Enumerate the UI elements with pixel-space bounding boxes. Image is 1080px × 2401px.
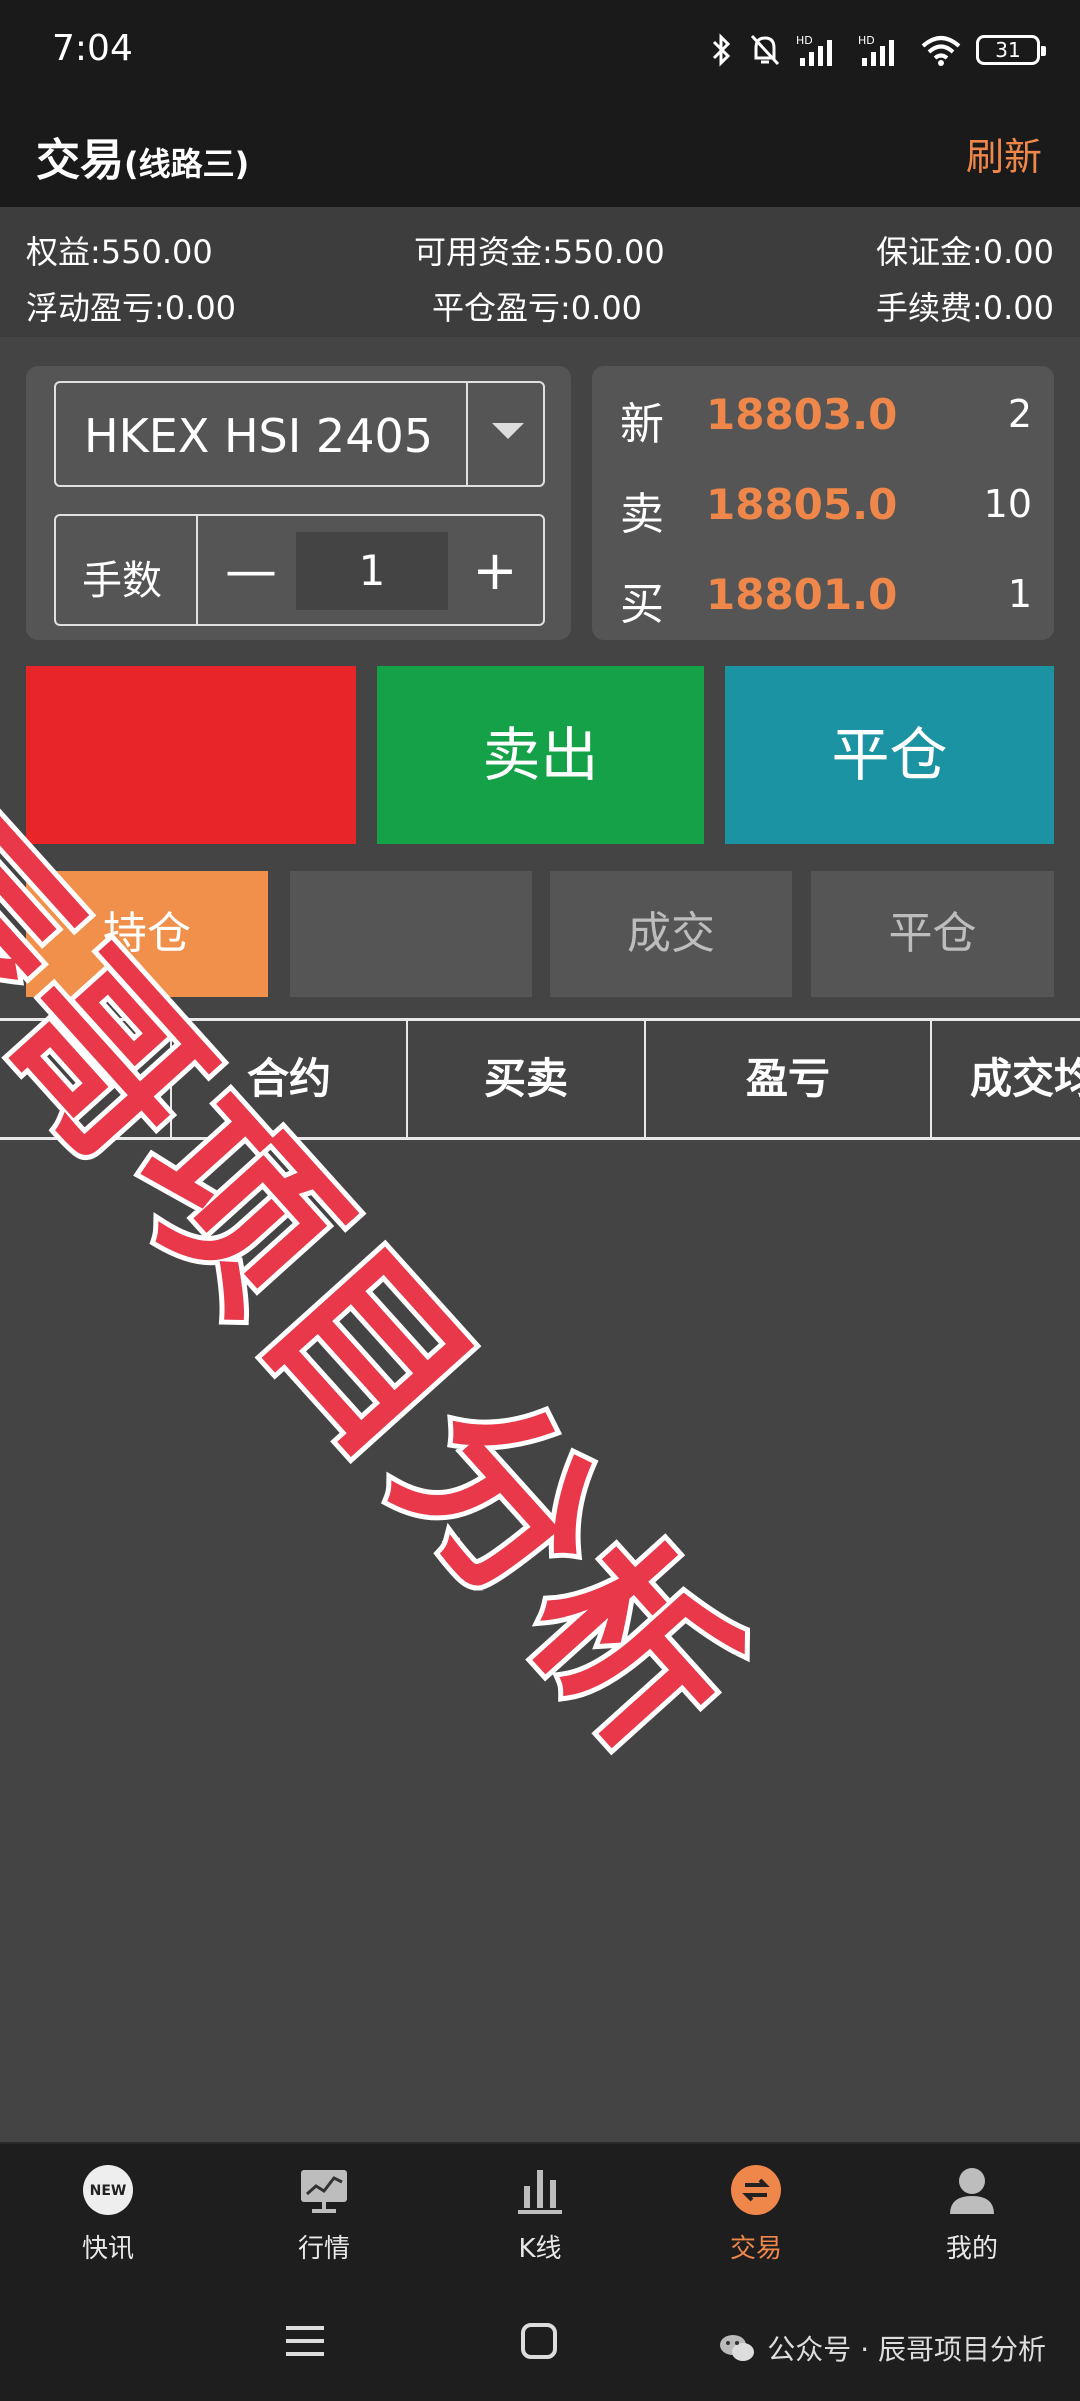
table-header-contract: 合约 — [170, 1021, 406, 1137]
exchange-icon — [731, 2165, 781, 2215]
hd-signal-icon: HD — [796, 34, 832, 66]
page-title: 交易(线路三) — [36, 124, 249, 188]
home-icon[interactable] — [520, 2322, 558, 2360]
positions-table-header: 合约 买卖 盈亏 成交均价 — [0, 1018, 1080, 1140]
app-header: 交易(线路三) 刷新 — [0, 100, 1080, 207]
last-volume: 2 — [1007, 392, 1032, 436]
increase-lots-button[interactable]: + — [460, 536, 530, 606]
ask-price: 18805.0 — [706, 480, 898, 529]
title-text: 交易 — [36, 135, 124, 186]
symbol-value: HKEX HSI 2405 — [84, 409, 433, 463]
nav-item-market[interactable]: 行情 — [216, 2144, 432, 2288]
nav-item-news[interactable]: NEW 快讯 — [0, 2144, 216, 2288]
bell-off-icon — [750, 34, 780, 66]
wechat-account-text: 公众号 · 辰哥项目分析 — [767, 2333, 1046, 2366]
equity-value: 权益:550.00 — [26, 233, 213, 271]
ask-price-label: 卖 — [620, 489, 664, 540]
nav-label-news: 快讯 — [81, 2234, 134, 2264]
nav-item-profile[interactable]: 我的 — [864, 2144, 1080, 2288]
status-bar: 7:04 HD HD 31 — [0, 0, 1080, 100]
status-icons: HD HD 31 — [710, 30, 1046, 70]
tab-closed[interactable]: 平仓 — [811, 871, 1054, 997]
new-badge-icon: NEW — [83, 2165, 133, 2215]
nav-label-kline: K线 — [518, 2234, 562, 2264]
svg-text:HD: HD — [858, 34, 875, 47]
menu-icon[interactable] — [286, 2324, 324, 2358]
nav-label-profile: 我的 — [945, 2234, 998, 2264]
tab-orders[interactable] — [290, 871, 532, 997]
svg-text:NEW: NEW — [90, 2183, 127, 2199]
tab-deals[interactable]: 成交 — [550, 871, 792, 997]
nav-item-kline[interactable]: K线 — [432, 2144, 648, 2288]
order-panel: HKEX HSI 2405 手数 — 1 + — [26, 366, 571, 640]
last-price: 18803.0 — [706, 390, 898, 439]
last-price-label: 新 — [620, 399, 664, 450]
table-header-cell — [0, 1021, 172, 1137]
bar-chart-icon — [518, 2170, 562, 2214]
bid-price: 18801.0 — [706, 570, 898, 619]
nav-item-trade[interactable]: 交易 — [648, 2144, 864, 2288]
chart-board-icon — [301, 2170, 347, 2213]
symbol-divider — [466, 383, 468, 485]
table-header-avg-price: 成交均价 — [930, 1021, 1080, 1137]
account-summary: 权益:550.00 可用资金:550.00 保证金:0.00 浮动盈亏:0.00… — [0, 207, 1080, 337]
symbol-select[interactable]: HKEX HSI 2405 — [54, 381, 545, 487]
system-nav-bar: 公众号 · 辰哥项目分析 — [0, 2286, 1080, 2401]
user-icon — [950, 2168, 994, 2214]
tab-positions[interactable]: 持仓 — [26, 871, 268, 997]
ask-volume: 10 — [983, 482, 1032, 526]
lots-stepper: 手数 — 1 + — [54, 514, 545, 626]
fee-value: 手续费:0.00 — [875, 289, 1054, 327]
status-time: 7:04 — [52, 28, 133, 69]
table-header-pl: 盈亏 — [644, 1021, 930, 1137]
floating-pl-value: 浮动盈亏:0.00 — [26, 289, 237, 327]
lots-input[interactable]: 1 — [296, 532, 448, 610]
bid-volume: 1 — [1007, 572, 1032, 616]
battery-icon: 31 — [976, 35, 1046, 65]
lots-label: 手数 — [82, 558, 162, 604]
sell-button[interactable]: 卖出 — [377, 666, 704, 844]
refresh-button[interactable]: 刷新 — [966, 126, 1042, 181]
svg-text:HD: HD — [796, 34, 813, 47]
decrease-lots-button[interactable]: — — [216, 536, 286, 606]
bottom-nav: NEW 快讯 行情 K线 交易 我的 — [0, 2142, 1080, 2286]
wifi-icon — [921, 36, 961, 66]
bid-price-label: 买 — [620, 579, 664, 630]
buy-button[interactable] — [26, 666, 356, 844]
wechat-attribution: 公众号 · 辰哥项目分析 — [719, 2328, 1046, 2368]
route-subtitle: (线路三) — [124, 145, 250, 183]
hd-signal-icon: HD — [858, 34, 894, 66]
closed-pl-value: 平仓盈亏:0.00 — [432, 289, 643, 327]
lots-divider — [196, 516, 198, 624]
available-funds-value: 可用资金:550.00 — [414, 233, 665, 271]
bluetooth-icon — [712, 33, 731, 67]
quote-panel: 新 18803.0 2 卖 18805.0 10 买 18801.0 1 — [592, 366, 1054, 640]
margin-value: 保证金:0.00 — [875, 233, 1054, 271]
close-position-button[interactable]: 平仓 — [725, 666, 1054, 844]
dropdown-arrow-icon[interactable] — [492, 423, 524, 439]
table-header-side: 买卖 — [406, 1021, 644, 1137]
wechat-icon — [720, 2335, 755, 2361]
nav-label-market: 行情 — [297, 2234, 350, 2264]
nav-label-trade: 交易 — [729, 2234, 782, 2264]
